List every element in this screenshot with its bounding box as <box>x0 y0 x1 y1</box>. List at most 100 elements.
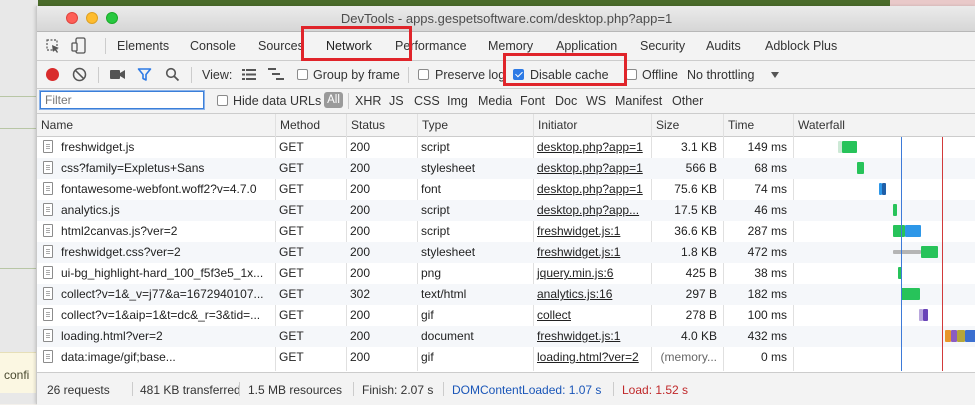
request-name[interactable]: collect?v=1&aip=1&t=dc&_r=3&tid=... <box>37 305 275 326</box>
request-time: 0 ms <box>760 350 787 364</box>
filter-css-button[interactable]: CSS <box>414 94 440 108</box>
tab-sources[interactable]: Sources <box>258 39 304 53</box>
waterfall-bar <box>957 330 965 342</box>
filter-ws-button[interactable]: WS <box>586 94 606 108</box>
dropdown-arrow-icon[interactable] <box>771 72 779 78</box>
request-initiator-link[interactable]: freshwidget.js:1 <box>533 326 651 347</box>
overview-waterfall-icon[interactable] <box>268 68 284 80</box>
filter-img-button[interactable]: Img <box>447 94 468 108</box>
request-initiator-link[interactable]: freshwidget.js:1 <box>533 221 651 242</box>
request-size: 566 B <box>685 161 717 175</box>
request-initiator-link[interactable]: desktop.php?app=1 <box>533 158 651 179</box>
request-row[interactable]: freshwidget.js GET 200 script desktop.ph… <box>37 137 975 158</box>
offline-checkbox[interactable] <box>626 69 637 80</box>
request-name[interactable]: data:image/gif;base... <box>37 347 275 368</box>
request-initiator-link[interactable]: freshwidget.js:1 <box>533 242 651 263</box>
request-initiator-link[interactable]: desktop.php?app=1 <box>533 179 651 200</box>
column-header-size[interactable]: Size <box>651 114 723 136</box>
request-initiator-link[interactable]: collect <box>533 305 651 326</box>
request-name[interactable]: freshwidget.css?ver=2 <box>37 242 275 263</box>
request-initiator-link[interactable]: analytics.js:16 <box>533 284 651 305</box>
device-toolbar-icon[interactable] <box>71 37 87 54</box>
filter-js-button[interactable]: JS <box>389 94 404 108</box>
record-icon[interactable] <box>45 67 60 82</box>
tab-performance[interactable]: Performance <box>395 39 467 53</box>
screenshot-camera-icon[interactable] <box>109 68 126 81</box>
request-initiator-link[interactable]: jquery.min.js:6 <box>533 263 651 284</box>
request-name[interactable]: ui-bg_highlight-hard_100_f5f3e5_1x... <box>37 263 275 284</box>
request-name[interactable]: fontawesome-webfont.woff2?v=4.7.0 <box>37 179 275 200</box>
request-row[interactable]: fontawesome-webfont.woff2?v=4.7.0 GET 20… <box>37 179 975 200</box>
request-name[interactable]: freshwidget.js <box>37 137 275 158</box>
resources-size: 1.5 MB resources <box>248 383 343 397</box>
column-header-method[interactable]: Method <box>275 114 346 136</box>
request-name[interactable]: html2canvas.js?ver=2 <box>37 221 275 242</box>
request-row[interactable]: freshwidget.css?ver=2 GET 200 stylesheet… <box>37 242 975 263</box>
request-type: text/html <box>421 287 467 301</box>
column-header-type[interactable]: Type <box>417 114 533 136</box>
tab-memory[interactable]: Memory <box>488 39 533 53</box>
request-name[interactable]: loading.html?ver=2 <box>37 326 275 347</box>
background-confirm-text: confi <box>4 368 30 382</box>
request-row[interactable]: ui-bg_highlight-hard_100_f5f3e5_1x... GE… <box>37 263 975 284</box>
request-name[interactable]: analytics.js <box>37 200 275 221</box>
request-row[interactable]: data:image/gif;base... GET 200 gif loadi… <box>37 347 975 368</box>
tab-audits[interactable]: Audits <box>706 39 741 53</box>
inspect-element-icon[interactable] <box>46 39 61 54</box>
request-row[interactable]: html2canvas.js?ver=2 GET 200 script fres… <box>37 221 975 242</box>
column-header-time[interactable]: Time <box>723 114 793 136</box>
offline-label: Offline <box>642 68 678 82</box>
preserve-log-checkbox[interactable] <box>418 69 429 80</box>
column-header-initiator[interactable]: Initiator <box>533 114 651 136</box>
tab-network[interactable]: Network <box>326 39 372 53</box>
request-initiator-link[interactable]: desktop.php?app=1 <box>533 137 651 158</box>
request-row[interactable]: collect?v=1&_v=j77&a=1672940107... GET 3… <box>37 284 975 305</box>
request-method: GET <box>279 266 304 280</box>
search-icon[interactable] <box>165 67 180 82</box>
devtools-window: DevTools - apps.gespetsoftware.com/deskt… <box>36 6 975 405</box>
tab-elements[interactable]: Elements <box>117 39 169 53</box>
request-name[interactable]: css?family=Expletus+Sans <box>37 158 275 179</box>
filter-other-button[interactable]: Other <box>672 94 703 108</box>
column-header-status[interactable]: Status <box>346 114 417 136</box>
filter-font-button[interactable]: Font <box>520 94 545 108</box>
request-type: script <box>421 140 450 154</box>
filter-all-button[interactable]: All <box>324 92 343 108</box>
request-row[interactable]: analytics.js GET 200 script desktop.php?… <box>37 200 975 221</box>
requests-table-body: freshwidget.js GET 200 script desktop.ph… <box>37 137 975 371</box>
dom-content-loaded-marker <box>901 137 902 371</box>
filter-input[interactable] <box>40 91 204 109</box>
request-row[interactable]: collect?v=1&aip=1&t=dc&_r=3&tid=... GET … <box>37 305 975 326</box>
filter-funnel-icon[interactable] <box>137 67 152 82</box>
clear-icon[interactable] <box>72 67 87 82</box>
request-type: stylesheet <box>421 245 476 259</box>
filter-manifest-button[interactable]: Manifest <box>615 94 662 108</box>
tab-security[interactable]: Security <box>640 39 685 53</box>
large-request-rows-icon[interactable] <box>242 69 256 80</box>
group-by-frame-checkbox[interactable] <box>297 69 308 80</box>
toolbar-separator <box>191 67 192 83</box>
tab-console[interactable]: Console <box>190 39 236 53</box>
filter-media-button[interactable]: Media <box>478 94 512 108</box>
column-header-name[interactable]: Name <box>37 114 275 136</box>
tab-adblock-plus[interactable]: Adblock Plus <box>765 39 837 53</box>
request-initiator-link[interactable]: loading.html?ver=2 <box>533 347 651 368</box>
request-row[interactable]: loading.html?ver=2 GET 200 document fres… <box>37 326 975 347</box>
hide-data-urls-checkbox[interactable] <box>217 95 228 106</box>
request-method: GET <box>279 287 304 301</box>
request-size: 278 B <box>685 308 717 322</box>
request-initiator-link[interactable]: desktop.php?app... <box>533 200 651 221</box>
column-header-waterfall[interactable]: Waterfall <box>793 114 975 136</box>
requests-table-header: Name Method Status Type Initiator Size T… <box>37 114 975 137</box>
request-status: 200 <box>350 245 371 259</box>
filter-xhr-button[interactable]: XHR <box>355 94 381 108</box>
filter-doc-button[interactable]: Doc <box>555 94 577 108</box>
request-time: 287 ms <box>747 224 787 238</box>
request-row[interactable]: css?family=Expletus+Sans GET 200 stylesh… <box>37 158 975 179</box>
tab-application[interactable]: Application <box>556 39 617 53</box>
throttling-select[interactable]: No throttling <box>687 68 754 82</box>
request-time: 38 ms <box>754 266 787 280</box>
request-name[interactable]: collect?v=1&_v=j77&a=1672940107... <box>37 284 275 305</box>
disable-cache-checkbox[interactable] <box>513 69 524 80</box>
request-count: 26 requests <box>47 383 110 397</box>
